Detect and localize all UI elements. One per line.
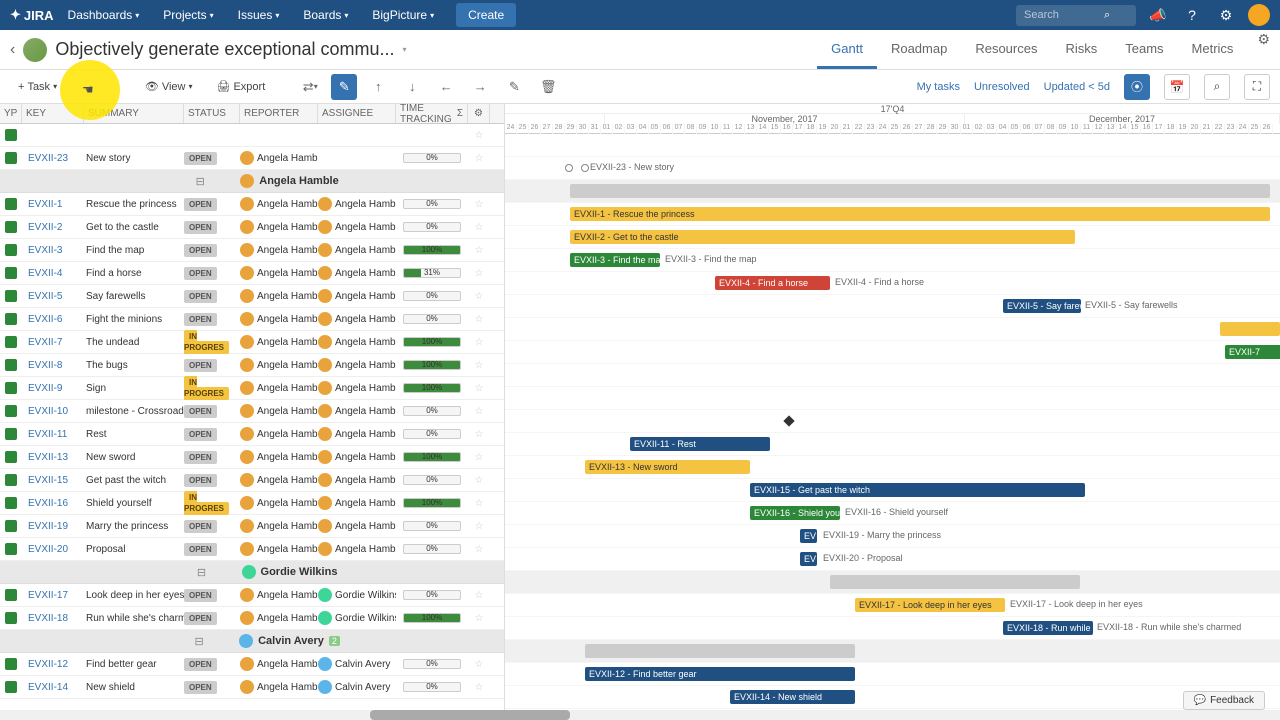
project-dropdown-icon[interactable]: ▾ [403,45,407,54]
col-reporter[interactable]: REPORTER [240,104,318,123]
top-nav: ✦ JIRA Dashboards ▾ Projects ▾ Issues ▾ … [0,0,1280,30]
table-row[interactable]: EVXII-3 Find the map OPEN Angela Hamble … [0,239,504,262]
month-label: November, 2017 [605,114,965,124]
filter-updated[interactable]: Updated < 5d [1044,81,1110,93]
table-row[interactable]: EVXII-2 Get to the castle OPEN Angela Ha… [0,216,504,239]
filter-unresolved[interactable]: Unresolved [974,81,1030,93]
jira-logo[interactable]: ✦ JIRA [10,7,54,23]
table-row[interactable]: EVXII-5 Say farewells OPEN Angela Hamble… [0,285,504,308]
table-row[interactable]: EVXII-9 Sign IN PROGRES Angela Hamble An… [0,377,504,400]
arrow-right-icon[interactable]: → [467,74,493,100]
table-row[interactable]: EVXII-18 Run while she's charm OPEN Ange… [0,607,504,630]
tab-risks[interactable]: Risks [1051,31,1111,69]
trash-icon[interactable]: 🗑 [535,74,561,100]
gantt-toolbar: + Task ▾ Scope ▾ 👁 View ▾ 🖨 Export ⇄▾ ✎ … [0,70,1280,104]
horizontal-scrollbar[interactable] [0,710,1280,720]
help-icon[interactable]: ? [1180,3,1204,27]
table-row[interactable]: ☆ [0,124,504,147]
col-summary[interactable]: SUMMARY [84,104,184,123]
timeline-quarter: 17'Q4 [505,104,1280,114]
nav-projects[interactable]: Projects ▾ [153,2,223,28]
search-icon: ⌕ [1104,9,1110,22]
edit-mode-icon[interactable]: ✎ [331,74,357,100]
col-type[interactable]: YP [0,104,22,123]
table-row[interactable]: EVXII-6 Fight the minions OPEN Angela Ha… [0,308,504,331]
arrow-down-icon[interactable]: ↓ [399,74,425,100]
arrow-up-icon[interactable]: ↑ [365,74,391,100]
table-row[interactable]: EVXII-14 New shield OPEN Angela Hamble C… [0,676,504,699]
table-row[interactable]: EVXII-8 The bugs OPEN Angela Hamble Ange… [0,354,504,377]
project-header: ‹ Objectively generate exceptional commu… [0,30,1280,70]
module-settings-icon[interactable]: ⚙ [1257,31,1270,69]
table-row[interactable]: EVXII-15 Get past the witch OPEN Angela … [0,469,504,492]
fullscreen-icon[interactable]: ⛶ [1244,74,1270,100]
search-toolbar-icon[interactable]: ⌕ [1204,74,1230,100]
back-arrow-icon[interactable]: ‹ [10,41,15,59]
create-button[interactable]: Create [456,3,516,27]
table-row[interactable]: EVXII-13 New sword OPEN Angela Hamble An… [0,446,504,469]
timeline-header: 17'Q4 November, 2017 December, 2017 2425… [505,104,1280,134]
task-table: YP KEY SUMMARY STATUS REPORTER ASSIGNEE … [0,104,505,720]
month-label: December, 2017 [965,114,1280,124]
search-input[interactable]: ⌕ [1016,5,1136,26]
module-tabs: Gantt Roadmap Resources Risks Teams Metr… [817,31,1270,69]
col-status[interactable]: STATUS [184,104,240,123]
table-row[interactable]: EVXII-20 Proposal OPEN Angela Hamble Ang… [0,538,504,561]
table-row[interactable]: EVXII-10 milestone - Crossroads OPEN Ang… [0,400,504,423]
table-row[interactable]: EVXII-1 Rescue the princess OPEN Angela … [0,193,504,216]
table-row[interactable]: EVXII-12 Find better gear OPEN Angela Ha… [0,653,504,676]
tab-resources[interactable]: Resources [961,31,1051,69]
add-task-button[interactable]: + Task ▾ [10,77,65,97]
focus-icon[interactable]: ⦿ [1124,74,1150,100]
group-row[interactable]: ⊟Angela Hamble [0,170,504,193]
user-avatar[interactable] [1248,4,1270,26]
pencil-icon[interactable]: ✎ [501,74,527,100]
table-header: YP KEY SUMMARY STATUS REPORTER ASSIGNEE … [0,104,504,124]
col-config-icon[interactable]: ⚙ [468,104,490,123]
export-button[interactable]: 🖨 Export [209,76,274,97]
table-row[interactable]: EVXII-16 Shield yourself IN PROGRES Ange… [0,492,504,515]
nav-bigpicture[interactable]: BigPicture ▾ [362,2,444,28]
table-row[interactable]: EVXII-19 Marry the princess OPEN Angela … [0,515,504,538]
view-button[interactable]: 👁 View ▾ [137,76,201,97]
feedback-button[interactable]: 💬 Feedback [1183,691,1265,710]
gantt-chart[interactable]: 17'Q4 November, 2017 December, 2017 2425… [505,104,1280,720]
group-row[interactable]: ⊟Calvin Avery 2 [0,630,504,653]
filter-mytasks[interactable]: My tasks [917,81,960,93]
group-row[interactable]: ⊟Gordie Wilkins [0,561,504,584]
link-mode-icon[interactable]: ⇄▾ [297,74,323,100]
col-time[interactable]: TIME TRACKING Σ [396,104,468,123]
project-title: Objectively generate exceptional commu..… [55,39,394,60]
project-icon [23,38,47,62]
nav-dashboards[interactable]: Dashboards ▾ [58,2,150,28]
table-row[interactable]: EVXII-17 Look deep in her eyes OPEN Ange… [0,584,504,607]
col-assignee[interactable]: ASSIGNEE [318,104,396,123]
table-row[interactable]: EVXII-4 Find a horse OPEN Angela Hamble … [0,262,504,285]
tab-teams[interactable]: Teams [1111,31,1177,69]
tab-gantt[interactable]: Gantt [817,31,877,69]
table-row[interactable]: EVXII-11 Rest OPEN Angela Hamble Angela … [0,423,504,446]
calendar-icon[interactable]: 📅 [1164,74,1190,100]
nav-boards[interactable]: Boards ▾ [293,2,358,28]
col-key[interactable]: KEY [22,104,84,123]
tab-metrics[interactable]: Metrics [1178,31,1248,69]
tab-roadmap[interactable]: Roadmap [877,31,961,69]
megaphone-icon[interactable]: 📣 [1146,3,1170,27]
table-row[interactable]: EVXII-23 New story OPEN Angela Hamble 0%… [0,147,504,170]
nav-issues[interactable]: Issues ▾ [228,2,290,28]
table-row[interactable]: EVXII-7 The undead IN PROGRES Angela Ham… [0,331,504,354]
arrow-left-icon[interactable]: ← [433,74,459,100]
gear-icon[interactable]: ⚙ [1214,3,1238,27]
